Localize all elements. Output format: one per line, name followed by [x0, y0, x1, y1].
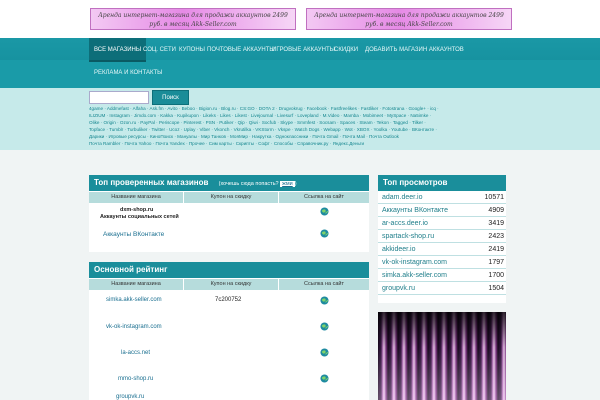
rating-shop-name[interactable]: vk-ok-instagram.com: [106, 324, 162, 330]
rating-shop-name[interactable]: groupvk.ru: [116, 394, 144, 400]
col-head-shop-name: Название магазина: [89, 279, 183, 290]
nav-item-coupons[interactable]: Купоны: [179, 39, 205, 61]
header-lower: [0, 60, 600, 88]
top-shops-header: Топ проверенных магазинов (хочешь сюда п…: [89, 175, 369, 191]
shop-name[interactable]: dxm-shop.ru: [120, 207, 153, 213]
rank-row[interactable]: akkideer.io 2419: [378, 244, 506, 256]
rating-shop-name[interactable]: simka.akk-seller.com: [106, 297, 162, 303]
rank-row[interactable]: vk-ok-instagram.com 1797: [378, 257, 506, 269]
globe-icon[interactable]: [320, 229, 329, 238]
globe-icon[interactable]: [320, 322, 329, 331]
globe-icon[interactable]: [320, 296, 329, 305]
nav-item-social[interactable]: Соц. сети: [143, 39, 176, 61]
col-head-shop-name: Название магазина: [89, 192, 183, 203]
top-shops-join-link[interactable]: жми: [280, 181, 295, 187]
search-button[interactable]: Поиск: [152, 90, 189, 105]
col-head-coupon: Купон на скидку: [184, 279, 278, 290]
col-head-site-link: Ссылка на сайт: [279, 192, 369, 203]
top-shops-note: (хочешь сюда попасть?: [218, 181, 279, 187]
globe-icon[interactable]: [320, 374, 329, 383]
ad-banner-left[interactable]: Аренда интернет-магазина для продажи акк…: [90, 8, 296, 30]
rank-row[interactable]: spartack-shop.ru 2423: [378, 231, 506, 243]
rank-row[interactable]: ar-accs.deer.io 3419: [378, 218, 506, 230]
nav-item-add-shop[interactable]: Добавить магазин аккаунтов: [365, 39, 464, 61]
nav-item-ads-contacts[interactable]: Реклама и контакты: [94, 62, 162, 84]
top-shops-title: Топ проверенных магазинов: [94, 178, 209, 187]
rating-shop-name[interactable]: mmo-shop.ru: [118, 376, 153, 382]
nav-item-game-accounts[interactable]: Игровые аккаунты: [272, 39, 335, 61]
rank-row[interactable]: simka.akk-seller.com 1700: [378, 270, 506, 282]
shop-name[interactable]: Аккаунты ВКонтакте: [103, 231, 164, 238]
nav-item-mail-accounts[interactable]: Почтовые аккаунты: [207, 39, 275, 61]
rating-coupon: 7c200752: [215, 297, 242, 303]
globe-icon[interactable]: [320, 348, 329, 357]
col-head-site-link: Ссылка на сайт: [279, 279, 369, 290]
top-views-header: Топ просмотров: [378, 175, 506, 191]
nav-item-discounts[interactable]: Скидки: [334, 39, 358, 61]
col-head-coupon: Купон на скидку: [184, 192, 278, 203]
tag-line-6[interactable]: Почта Rambler · Почта Yahoo · Почта Yand…: [89, 140, 514, 148]
globe-icon[interactable]: [320, 207, 329, 216]
rating-shop-name[interactable]: la-accs.net: [121, 350, 150, 356]
shop-description: Аккаунты социальных сетей: [100, 214, 179, 220]
search-input[interactable]: [89, 91, 149, 104]
rank-row[interactable]: Аккаунты ВКонтакте 4909: [378, 205, 506, 217]
main-rating-header: Основной рейтинг: [89, 262, 369, 278]
top-shops-note-end: ): [294, 181, 297, 187]
promo-image[interactable]: [378, 312, 506, 400]
rank-row[interactable]: groupvk.ru 1504: [378, 283, 506, 295]
ad-banner-right[interactable]: Аренда интернет-магазина для продажи акк…: [306, 8, 512, 30]
rank-row[interactable]: adam.deer.io 10571: [378, 192, 506, 204]
nav-item-all-shops[interactable]: Все магазины: [89, 38, 147, 62]
